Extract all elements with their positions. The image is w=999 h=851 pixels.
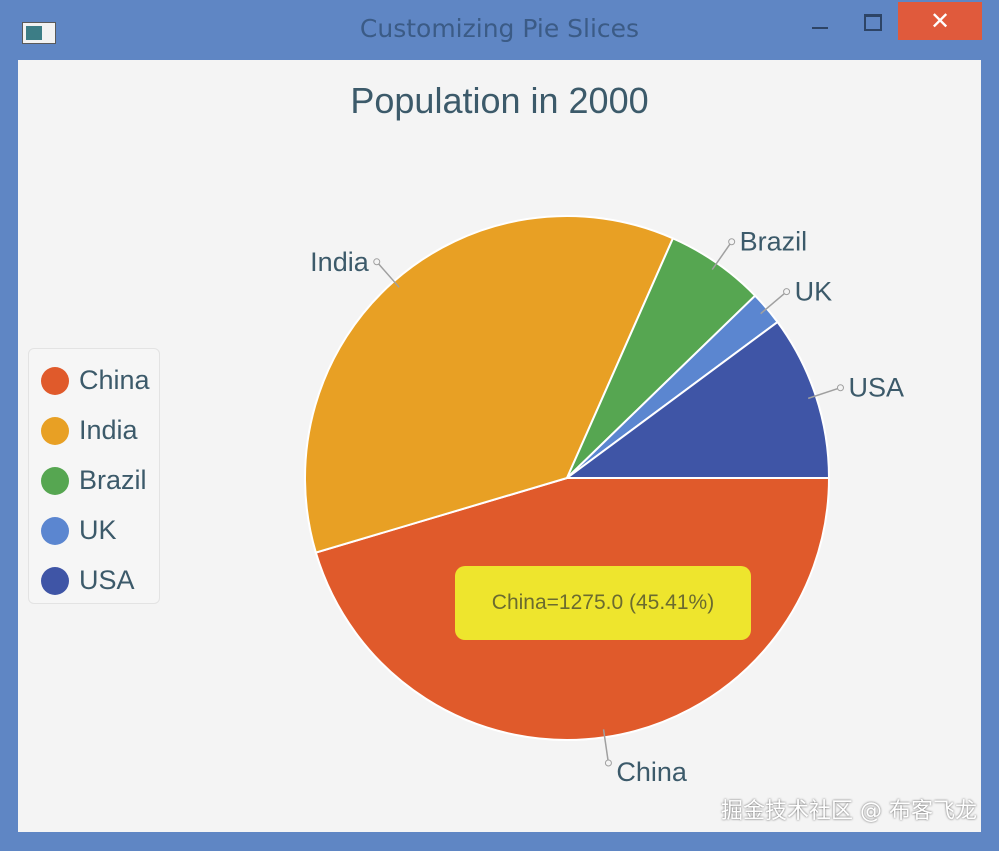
watermark: 掘金技术社区 @ 布客飞龙 — [721, 799, 977, 824]
legend-swatch-india — [41, 417, 69, 445]
maximize-button[interactable] — [852, 2, 892, 40]
legend-item-china: China — [41, 361, 159, 401]
title-bar[interactable]: Customizing Pie Slices ✕ — [0, 0, 999, 60]
slice-label-china: China — [616, 757, 688, 787]
chart-area: Population in 2000 China India Brazil UK USA… — [18, 60, 981, 832]
legend-label-china: China — [79, 365, 150, 395]
legend-label-india: India — [79, 415, 138, 445]
legend-item-uk: UK — [41, 511, 159, 551]
minimize-button[interactable] — [800, 2, 840, 40]
leader-dot-brazil — [728, 238, 736, 246]
pie-chart: China India Brazil UK USA — [304, 215, 904, 787]
leader-dot-china — [604, 759, 612, 767]
legend-label-usa: USA — [79, 565, 135, 595]
legend-swatch-china — [41, 367, 69, 395]
slice-label-uk: UK — [795, 277, 833, 307]
leader-line-uk — [760, 291, 788, 315]
legend-swatch-brazil — [41, 467, 69, 495]
legend-label-uk: UK — [79, 515, 117, 545]
slice-label-brazil: Brazil — [740, 227, 808, 257]
app-window: Customizing Pie Slices ✕ Population in 2… — [0, 0, 999, 851]
legend-item-india: India — [41, 411, 159, 451]
chart-legend: China India Brazil UK USA — [28, 348, 160, 604]
legend-item-brazil: Brazil — [41, 461, 159, 501]
leader-line-brazil — [711, 241, 733, 271]
close-button[interactable]: ✕ — [898, 2, 982, 40]
leader-line-india — [376, 261, 400, 288]
slice-tooltip: China=1275.0 (45.41%) — [455, 566, 751, 640]
leader-dot-india — [373, 258, 381, 266]
window-title: Customizing Pie Slices — [359, 14, 640, 43]
legend-swatch-uk — [41, 517, 69, 545]
legend-label-brazil: Brazil — [79, 465, 147, 495]
leader-dot-uk — [783, 288, 791, 296]
slice-label-india: India — [310, 247, 370, 277]
legend-swatch-usa — [41, 567, 69, 595]
legend-item-usa: USA — [41, 561, 159, 601]
leader-dot-usa — [836, 384, 844, 392]
slice-label-usa: USA — [848, 373, 904, 403]
